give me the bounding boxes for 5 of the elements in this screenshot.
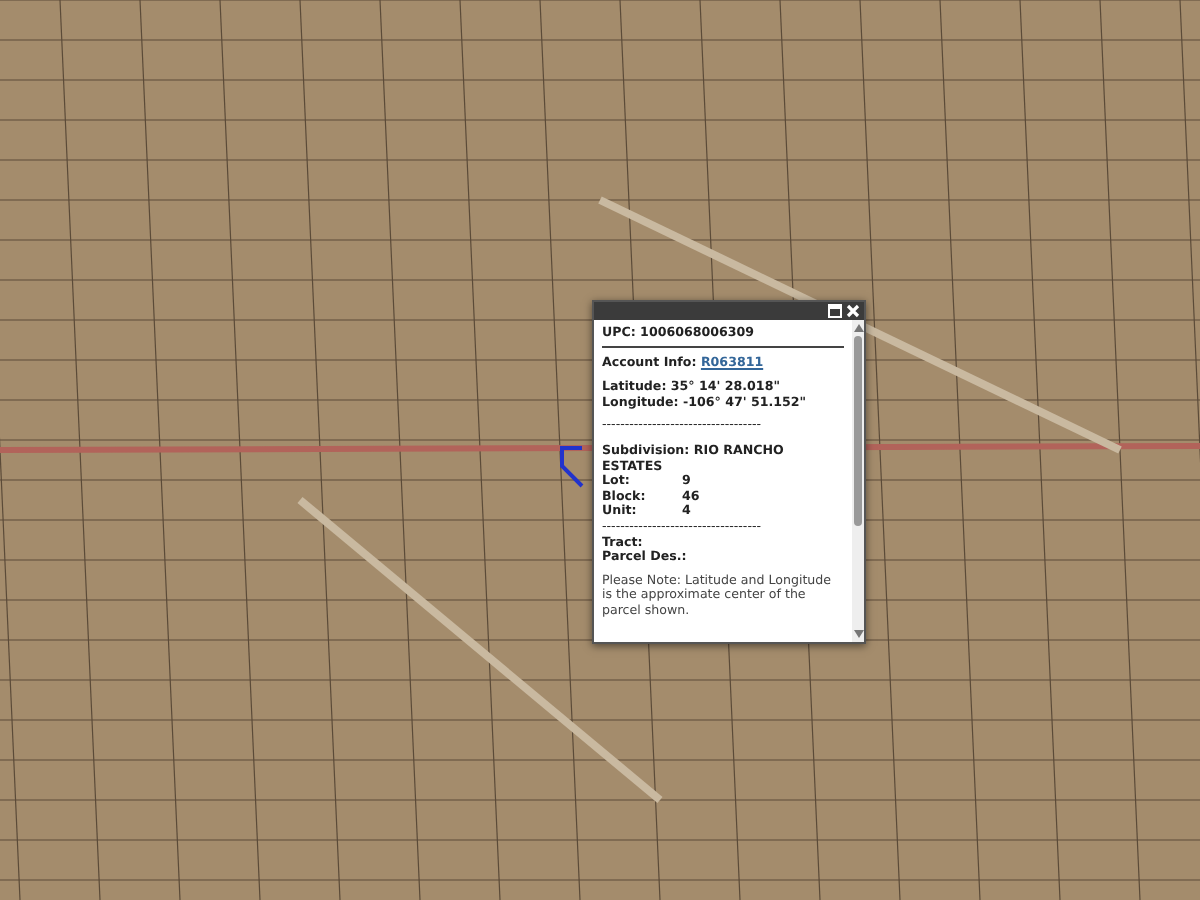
close-icon[interactable] (846, 304, 860, 318)
down-arrow-icon[interactable] (853, 630, 863, 638)
maximize-icon[interactable] (828, 304, 842, 318)
scrollbar[interactable] (852, 320, 864, 642)
up-arrow-icon[interactable] (853, 324, 863, 332)
